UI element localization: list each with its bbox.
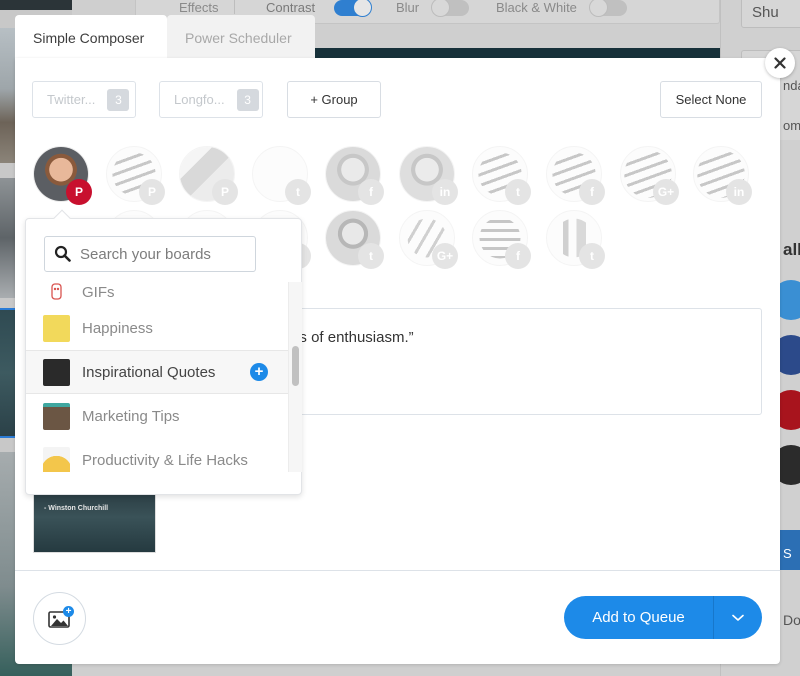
search-icon bbox=[54, 245, 71, 262]
google-plus-icon: G+ bbox=[653, 179, 679, 205]
composer-modal: Twitter... 3 Longfo... 3 + Group Select … bbox=[15, 58, 780, 664]
board-name: Productivity & Life Hacks bbox=[82, 451, 248, 469]
background-text: om bbox=[783, 118, 800, 133]
composer-tabs: Simple Composer Power Scheduler bbox=[15, 15, 315, 58]
footer-divider bbox=[15, 570, 780, 571]
profile-avatar-lines-facebook[interactable]: f bbox=[472, 210, 531, 269]
popup-caret bbox=[53, 209, 71, 227]
board-name: Marketing Tips bbox=[82, 407, 180, 425]
pinterest-icon: P bbox=[66, 179, 92, 205]
background-heading: all bbox=[783, 240, 800, 259]
profile-avatar-if-twitter[interactable]: t bbox=[546, 210, 605, 269]
group-name: Twitter... bbox=[47, 92, 96, 107]
board-item-inspirational-quotes[interactable]: Inspirational Quotes + bbox=[26, 350, 288, 394]
facebook-icon: f bbox=[579, 179, 605, 205]
select-none-button[interactable]: Select None bbox=[660, 81, 762, 118]
profile-avatar-buffer-linkedin[interactable]: in bbox=[693, 146, 752, 205]
add-plus-icon: + bbox=[63, 606, 74, 617]
linkedin-icon: in bbox=[432, 179, 458, 205]
twitter-icon: t bbox=[358, 243, 384, 269]
blur-toggle bbox=[431, 0, 469, 17]
profile-avatar-blank-twitter[interactable]: t bbox=[252, 146, 311, 205]
board-thumbnail bbox=[43, 402, 70, 430]
black-white-label: Black & White bbox=[496, 0, 577, 15]
effects-label: Effects bbox=[179, 0, 219, 15]
add-to-queue-button[interactable]: Add to Queue bbox=[564, 596, 714, 639]
profile-avatar-pinterest-selected[interactable]: P bbox=[33, 146, 92, 205]
board-item-productivity-life-hacks[interactable]: Productivity & Life Hacks bbox=[26, 438, 288, 472]
close-modal-button[interactable] bbox=[765, 48, 795, 78]
chevron-down-icon bbox=[732, 614, 744, 621]
group-button-longform[interactable]: Longfo... 3 bbox=[159, 81, 263, 118]
twitter-icon: t bbox=[579, 243, 605, 269]
board-thumbnail bbox=[43, 446, 70, 472]
board-item-marketing-tips[interactable]: Marketing Tips bbox=[26, 394, 288, 438]
add-group-button[interactable]: + Group bbox=[287, 81, 381, 118]
twitter-icon: t bbox=[505, 179, 531, 205]
blur-label: Blur bbox=[396, 0, 420, 15]
board-item-gifs[interactable]: GIFs bbox=[26, 282, 288, 306]
profile-avatar-illustration-pinterest[interactable]: P bbox=[179, 146, 238, 205]
add-board-plus-icon[interactable]: + bbox=[250, 363, 268, 381]
group-count-badge: 3 bbox=[236, 88, 259, 111]
owl-icon bbox=[51, 282, 62, 300]
black-white-toggle bbox=[589, 0, 627, 17]
add-media-button[interactable]: + bbox=[33, 592, 86, 645]
attached-image-thumbnail[interactable]: - Winston Churchill bbox=[33, 493, 156, 553]
background-button: Do bbox=[783, 612, 800, 628]
pinterest-icon: P bbox=[212, 179, 238, 205]
profile-avatar-buffer-twitter[interactable]: t bbox=[472, 146, 531, 205]
background-thumbnail bbox=[0, 0, 72, 10]
thumbnail-caption: - Winston Churchill bbox=[44, 505, 109, 512]
board-item-happiness[interactable]: Happiness bbox=[26, 306, 288, 350]
add-to-queue-split-button: Add to Queue bbox=[564, 596, 762, 639]
profile-avatar-buffer-facebook[interactable]: f bbox=[546, 146, 605, 205]
background-blue-button-label: S bbox=[783, 546, 792, 561]
board-search-field[interactable] bbox=[44, 236, 256, 272]
background-text: nda bbox=[783, 78, 800, 93]
board-thumbnail bbox=[43, 358, 70, 386]
queue-options-dropdown[interactable] bbox=[714, 596, 762, 639]
group-button-twitter[interactable]: Twitter... 3 bbox=[32, 81, 136, 118]
facebook-icon: f bbox=[358, 179, 384, 205]
linkedin-icon: in bbox=[726, 179, 752, 205]
board-list: GIFs Happiness Inspirational Quotes + Ma… bbox=[26, 282, 288, 472]
profile-avatar-young-man-twitter[interactable]: t bbox=[325, 210, 384, 269]
background-button: Shu bbox=[741, 0, 800, 28]
google-plus-icon: G+ bbox=[432, 243, 458, 269]
board-thumbnail bbox=[43, 314, 70, 342]
board-name: Inspirational Quotes bbox=[82, 363, 216, 381]
pinterest-icon: P bbox=[139, 179, 165, 205]
twitter-icon: t bbox=[285, 179, 311, 205]
pinterest-board-picker: GIFs Happiness Inspirational Quotes + Ma… bbox=[25, 209, 302, 495]
contrast-toggle bbox=[334, 0, 372, 17]
board-search-input[interactable] bbox=[80, 245, 240, 263]
profile-avatar-buffer-pinterest[interactable]: P bbox=[106, 146, 165, 205]
tab-simple-composer[interactable]: Simple Composer bbox=[15, 15, 167, 58]
profile-avatar-photo-linkedin[interactable]: in bbox=[399, 146, 458, 205]
board-list-scrollbar[interactable] bbox=[288, 282, 302, 472]
facebook-icon: f bbox=[505, 243, 531, 269]
close-icon bbox=[774, 57, 786, 69]
board-name: GIFs bbox=[82, 283, 115, 301]
scrollbar-thumb[interactable] bbox=[292, 346, 299, 386]
toolbar-divider bbox=[234, 0, 235, 14]
group-name: Longfo... bbox=[174, 92, 225, 107]
profile-avatar-photo-facebook[interactable]: f bbox=[325, 146, 384, 205]
profile-avatar-buffer-googleplus[interactable]: G+ bbox=[620, 146, 679, 205]
profile-avatar-slashes-googleplus[interactable]: G+ bbox=[399, 210, 458, 269]
contrast-label: Contrast bbox=[266, 0, 316, 15]
tab-power-scheduler[interactable]: Power Scheduler bbox=[167, 15, 315, 58]
group-count-badge: 3 bbox=[107, 88, 130, 111]
board-name: Happiness bbox=[82, 319, 153, 337]
